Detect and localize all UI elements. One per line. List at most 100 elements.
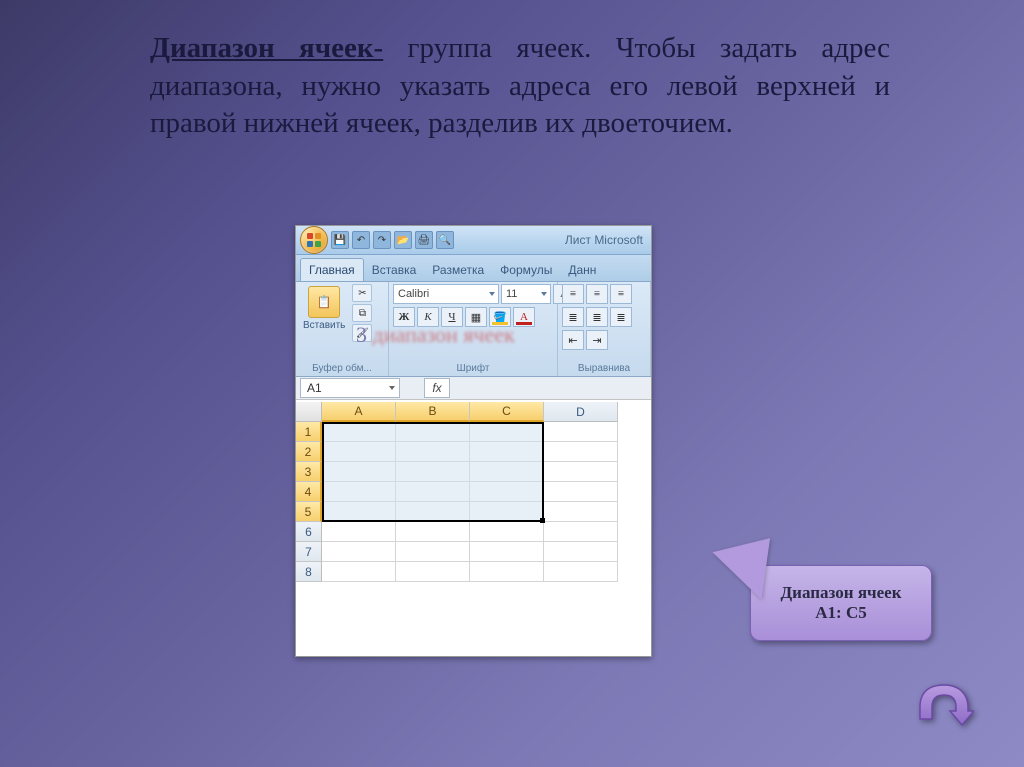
column-header[interactable]: D bbox=[544, 402, 618, 422]
save-icon[interactable]: 💾 bbox=[331, 231, 349, 249]
callout-bubble: Диапазон ячеек A1: C5 bbox=[750, 565, 932, 641]
format-painter-icon[interactable]: 🖌 bbox=[352, 324, 372, 342]
align-center-icon[interactable]: ≣ bbox=[586, 307, 608, 327]
cell[interactable] bbox=[322, 562, 396, 582]
spreadsheet: ABCD 12345678 bbox=[296, 402, 651, 582]
indent-decrease-icon[interactable]: ⇤ bbox=[562, 330, 584, 350]
row-header[interactable]: 7 bbox=[296, 542, 322, 562]
cell[interactable] bbox=[396, 422, 470, 442]
paste-label: Вставить bbox=[303, 320, 345, 331]
tab-formulas[interactable]: Формулы bbox=[492, 259, 560, 281]
ribbon-group-font: Calibri 11 A Ж К Ч ▦ 🪣 A Шрифт bbox=[389, 282, 558, 376]
cell[interactable] bbox=[322, 522, 396, 542]
cell[interactable] bbox=[396, 482, 470, 502]
select-all-corner[interactable] bbox=[296, 402, 322, 422]
row-header[interactable]: 8 bbox=[296, 562, 322, 582]
font-name-combo[interactable]: Calibri bbox=[393, 284, 499, 304]
align-left-icon[interactable]: ≣ bbox=[562, 307, 584, 327]
bold-button[interactable]: Ж bbox=[393, 307, 415, 327]
cell[interactable] bbox=[322, 502, 396, 522]
callout-tail bbox=[707, 530, 770, 599]
cell[interactable] bbox=[470, 502, 544, 522]
ribbon-group-alignment: ≡ ≡ ≡ ≣ ≣ ≣ ⇤ ⇥ Выравнива bbox=[558, 282, 651, 376]
fill-color-button[interactable]: 🪣 bbox=[489, 307, 511, 327]
cell[interactable] bbox=[322, 442, 396, 462]
font-color-button[interactable]: A bbox=[513, 307, 535, 327]
border-button[interactable]: ▦ bbox=[465, 307, 487, 327]
cell[interactable] bbox=[470, 482, 544, 502]
cell[interactable] bbox=[544, 462, 618, 482]
quick-access-toolbar: 💾 ↶ ↷ 📂 🖨 🔍 Лист Microsoft bbox=[296, 226, 651, 255]
definition-text: Диапазон ячеек- группа ячеек. Чтобы зада… bbox=[150, 30, 890, 143]
underline-button[interactable]: Ч bbox=[441, 307, 463, 327]
italic-button[interactable]: К bbox=[417, 307, 439, 327]
cell[interactable] bbox=[544, 562, 618, 582]
cell[interactable] bbox=[396, 522, 470, 542]
name-box[interactable]: A1 bbox=[300, 378, 400, 398]
qat-icon[interactable]: 🔍 bbox=[436, 231, 454, 249]
cell[interactable] bbox=[544, 522, 618, 542]
row-header[interactable]: 2 bbox=[296, 442, 322, 462]
clipboard-icon: 📋 bbox=[308, 286, 340, 318]
cell[interactable] bbox=[470, 562, 544, 582]
indent-increase-icon[interactable]: ⇥ bbox=[586, 330, 608, 350]
tab-data[interactable]: Данн bbox=[560, 259, 604, 281]
cell[interactable] bbox=[396, 442, 470, 462]
paste-button[interactable]: 📋 Вставить bbox=[300, 284, 348, 333]
cell[interactable] bbox=[544, 502, 618, 522]
column-header[interactable]: A bbox=[322, 402, 396, 422]
ribbon-group-clipboard: 📋 Вставить ✂ ⧉ 🖌 Буфер обм... bbox=[296, 282, 389, 376]
cut-icon[interactable]: ✂ bbox=[352, 284, 372, 302]
align-middle-icon[interactable]: ≡ bbox=[586, 284, 608, 304]
cell[interactable] bbox=[470, 422, 544, 442]
cell[interactable] bbox=[544, 442, 618, 462]
redo-icon[interactable]: ↷ bbox=[373, 231, 391, 249]
cell[interactable] bbox=[396, 562, 470, 582]
cell[interactable] bbox=[544, 542, 618, 562]
qat-icon[interactable]: 🖨 bbox=[415, 231, 433, 249]
copy-icon[interactable]: ⧉ bbox=[352, 304, 372, 322]
cell[interactable] bbox=[544, 422, 618, 442]
row-header[interactable]: 1 bbox=[296, 422, 322, 442]
callout-line2: A1: C5 bbox=[815, 603, 866, 623]
cell[interactable] bbox=[470, 442, 544, 462]
align-bottom-icon[interactable]: ≡ bbox=[610, 284, 632, 304]
column-header[interactable]: B bbox=[396, 402, 470, 422]
align-right-icon[interactable]: ≣ bbox=[610, 307, 632, 327]
alignment-group-label: Выравнива bbox=[562, 361, 646, 376]
cell[interactable] bbox=[322, 422, 396, 442]
fx-button[interactable]: fx bbox=[424, 378, 450, 398]
cell[interactable] bbox=[544, 482, 618, 502]
row-header[interactable]: 3 bbox=[296, 462, 322, 482]
row-header[interactable]: 6 bbox=[296, 522, 322, 542]
ribbon: 📋 Вставить ✂ ⧉ 🖌 Буфер обм... Calibri bbox=[296, 282, 651, 377]
undo-icon[interactable]: ↶ bbox=[352, 231, 370, 249]
qat-icon[interactable]: 📂 bbox=[394, 231, 412, 249]
ribbon-tabs: Главная Вставка Разметка Формулы Данн bbox=[296, 255, 651, 282]
cell[interactable] bbox=[322, 482, 396, 502]
cell[interactable] bbox=[322, 542, 396, 562]
align-top-icon[interactable]: ≡ bbox=[562, 284, 584, 304]
u-turn-arrow-icon bbox=[914, 679, 974, 727]
tab-home[interactable]: Главная bbox=[300, 258, 364, 281]
row-header[interactable]: 4 bbox=[296, 482, 322, 502]
tab-layout[interactable]: Разметка bbox=[424, 259, 492, 281]
font-size-combo[interactable]: 11 bbox=[501, 284, 551, 304]
cell[interactable] bbox=[322, 462, 396, 482]
cell[interactable] bbox=[470, 522, 544, 542]
office-button[interactable] bbox=[300, 226, 328, 254]
cell[interactable] bbox=[396, 462, 470, 482]
tab-insert[interactable]: Вставка bbox=[364, 259, 425, 281]
cell[interactable] bbox=[396, 542, 470, 562]
cell[interactable] bbox=[470, 462, 544, 482]
cell[interactable] bbox=[396, 502, 470, 522]
excel-screenshot: 💾 ↶ ↷ 📂 🖨 🔍 Лист Microsoft Главная Встав… bbox=[295, 225, 652, 657]
clipboard-group-label: Буфер обм... bbox=[300, 361, 384, 376]
back-arrow-button[interactable] bbox=[914, 679, 974, 727]
cell[interactable] bbox=[470, 542, 544, 562]
formula-bar: A1 fx bbox=[296, 377, 651, 400]
font-group-label: Шрифт bbox=[393, 361, 553, 376]
column-header[interactable]: C bbox=[470, 402, 544, 422]
row-header[interactable]: 5 bbox=[296, 502, 322, 522]
definition-term: Диапазон ячеек- bbox=[150, 32, 383, 64]
